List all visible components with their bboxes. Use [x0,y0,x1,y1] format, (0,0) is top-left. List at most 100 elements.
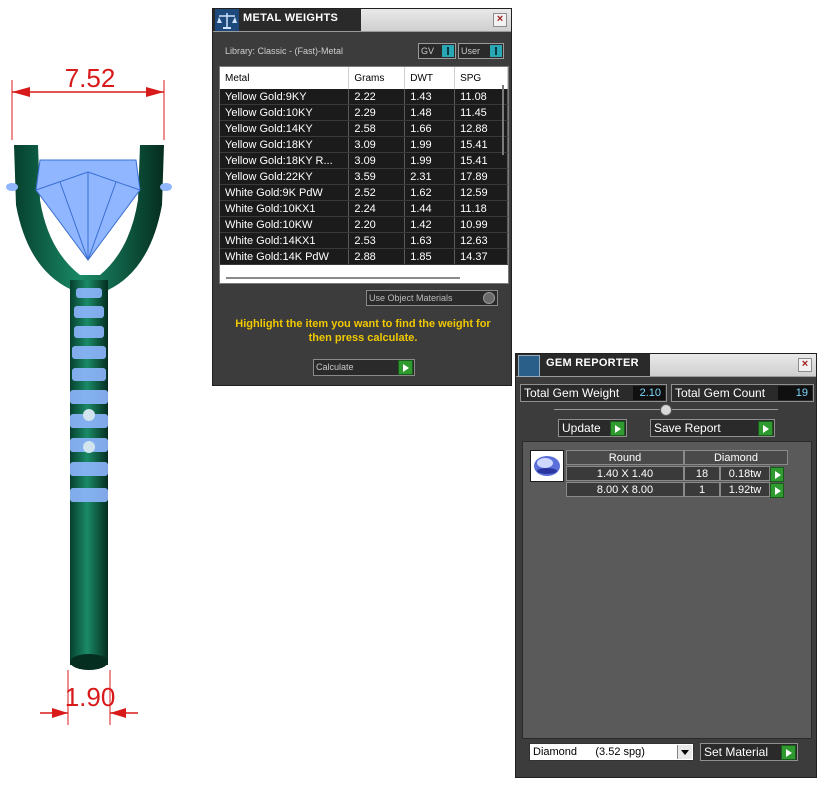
update-button[interactable]: Update [558,419,627,437]
material-select[interactable]: Diamond (3.52 spg) [529,743,694,761]
gv-toggle-label: GV [421,46,435,56]
table-row[interactable]: Yellow Gold:18KY R... 3.09 1.99 15.41 [220,152,508,169]
gem-count-cell: 18 [684,466,720,481]
radio-icon [483,292,495,304]
user-toggle[interactable]: User [458,43,504,59]
table-row[interactable]: Yellow Gold:9KY 2.22 1.43 11.08 [220,89,508,105]
table-row[interactable]: Yellow Gold:18KY 3.09 1.99 15.41 [220,136,508,153]
table-cell: White Gold:14K PdW [220,248,350,265]
calculate-button[interactable]: Calculate [313,359,415,376]
top-dimension-label: 7.52 [65,63,116,93]
table-cell: 1.63 [404,232,456,249]
gem-size-cell-text: 1.40 X 1.40 [596,468,654,480]
metal-weights-title: METAL WEIGHTS [243,12,339,24]
play-arrow-icon [758,421,773,436]
table-row[interactable]: White Gold:9K PdW 2.52 1.62 12.59 [220,184,508,201]
table-cell: 1.99 [404,152,456,169]
metal-weights-titlebar[interactable]: METAL WEIGHTS × [213,9,511,32]
table-cell: 12.59 [454,184,508,201]
table-row[interactable]: White Gold:14KX1 2.53 1.63 12.63 [220,232,508,249]
table-row[interactable]: White Gold:10KX1 2.24 1.44 11.18 [220,200,508,217]
bottom-dimension: 1.90 [40,670,138,725]
table-cell: 2.52 [348,184,406,201]
table-cell: 15.41 [454,152,508,169]
close-icon[interactable]: × [493,13,507,27]
save-report-button[interactable]: Save Report [650,419,775,437]
table-cell: Yellow Gold:22KY [220,168,350,185]
play-arrow-icon[interactable] [770,483,784,498]
table-cell: 1.66 [404,120,456,137]
vertical-scrollbar[interactable] [502,85,504,155]
collapse-knob-icon[interactable] [660,404,672,416]
table-cell: 14.37 [454,248,508,265]
gem-list-area: Round Diamond 1.40 X 1.40 18 0.18tw 8.00 X … [522,441,812,739]
play-arrow-icon[interactable] [770,467,784,482]
table-row[interactable]: White Gold:14K PdW 2.88 1.85 14.37 [220,248,508,265]
table-cell: 12.88 [454,120,508,137]
total-gem-count-label: Total Gem Count [675,386,766,400]
table-cell: Yellow Gold:9KY [220,89,350,105]
table-cell: 15.41 [454,136,508,153]
table-cell: 10.99 [454,216,508,233]
column-header[interactable]: Grams [348,67,406,89]
table-row[interactable]: Yellow Gold:10KY 2.29 1.48 11.45 [220,104,508,121]
gem-weight-cell-text: 0.18tw [728,468,762,480]
metal-table-container[interactable]: Metal Grams DWT SPG Yellow Gold:9KY 2.22 1… [219,66,509,284]
table-cell: 1.42 [404,216,456,233]
table-cell: 1.62 [404,184,456,201]
gem-reporter-titlebar[interactable]: GEM REPORTER × [516,354,816,377]
total-gem-weight-value: 2.10 [633,386,665,400]
use-object-materials-label: Use Object Materials [369,293,453,303]
round-gem-icon [534,456,560,476]
gem-count-cell-text: 18 [695,468,709,480]
metal-weights-panel: METAL WEIGHTS × Library: Classic - (Fast… [212,8,512,386]
column-header[interactable]: SPG [454,67,508,89]
material-header: Diamond [684,450,788,465]
table-cell: 11.45 [454,104,508,121]
gem-reporter-panel: GEM REPORTER × Total Gem Weight 2.10 Tot… [515,353,817,778]
table-row[interactable]: White Gold:10KW 2.20 1.42 10.99 [220,216,508,233]
gem-count-cell: 1 [684,482,720,497]
table-cell: 1.48 [404,104,456,121]
table-cell: 1.44 [404,200,456,217]
gem-report-icon [518,355,540,377]
top-dimension: 7.52 [11,63,165,140]
gem-weight-cell-text: 1.92tw [728,484,762,496]
set-material-button[interactable]: Set Material [700,743,798,761]
chevron-down-icon[interactable] [677,745,692,759]
table-cell: 2.29 [348,104,406,121]
table-cell: 17.89 [454,168,508,185]
table-cell: 2.22 [348,89,406,105]
user-toggle-label: User [461,46,481,56]
gem-weight-cell: 0.18tw [720,466,784,482]
table-cell: 12.63 [454,232,508,249]
toggle-indicator-icon [442,45,454,57]
bottom-dimension-label: 1.90 [65,682,116,712]
horizontal-scrollbar[interactable] [226,277,460,279]
gem-size-cell: 1.40 X 1.40 [566,466,684,481]
use-object-materials-toggle[interactable]: Use Object Materials [366,290,498,306]
save-report-label: Save Report [654,421,721,435]
gem-weight-cell: 1.92tw [720,482,784,498]
total-gem-weight: Total Gem Weight 2.10 [520,384,667,402]
table-cell: 2.58 [348,120,406,137]
play-arrow-icon [781,745,796,760]
round-gem-thumbnail[interactable] [530,450,564,482]
close-icon[interactable]: × [798,358,812,372]
table-row[interactable]: Yellow Gold:22KY 3.59 2.31 17.89 [220,168,508,185]
table-cell: 2.31 [404,168,456,185]
gem-size-cell-text: 8.00 X 8.00 [596,484,654,496]
gv-toggle[interactable]: GV [418,43,456,59]
update-label: Update [562,421,601,435]
table-cell: 1.99 [404,136,456,153]
ring-viewport: 7.52 1.90 [6,63,172,725]
table-row[interactable]: Yellow Gold:14KY 2.58 1.66 12.88 [220,120,508,137]
toggle-indicator-icon [490,45,502,57]
gem-count-cell-text: 1 [698,484,706,496]
calculate-label: Calculate [316,362,354,372]
table-cell: White Gold:9K PdW [220,184,350,201]
column-header[interactable]: DWT [404,67,456,89]
column-header[interactable]: Metal [220,67,350,89]
table-cell: 1.43 [404,89,456,105]
table-cell: White Gold:10KW [220,216,350,233]
